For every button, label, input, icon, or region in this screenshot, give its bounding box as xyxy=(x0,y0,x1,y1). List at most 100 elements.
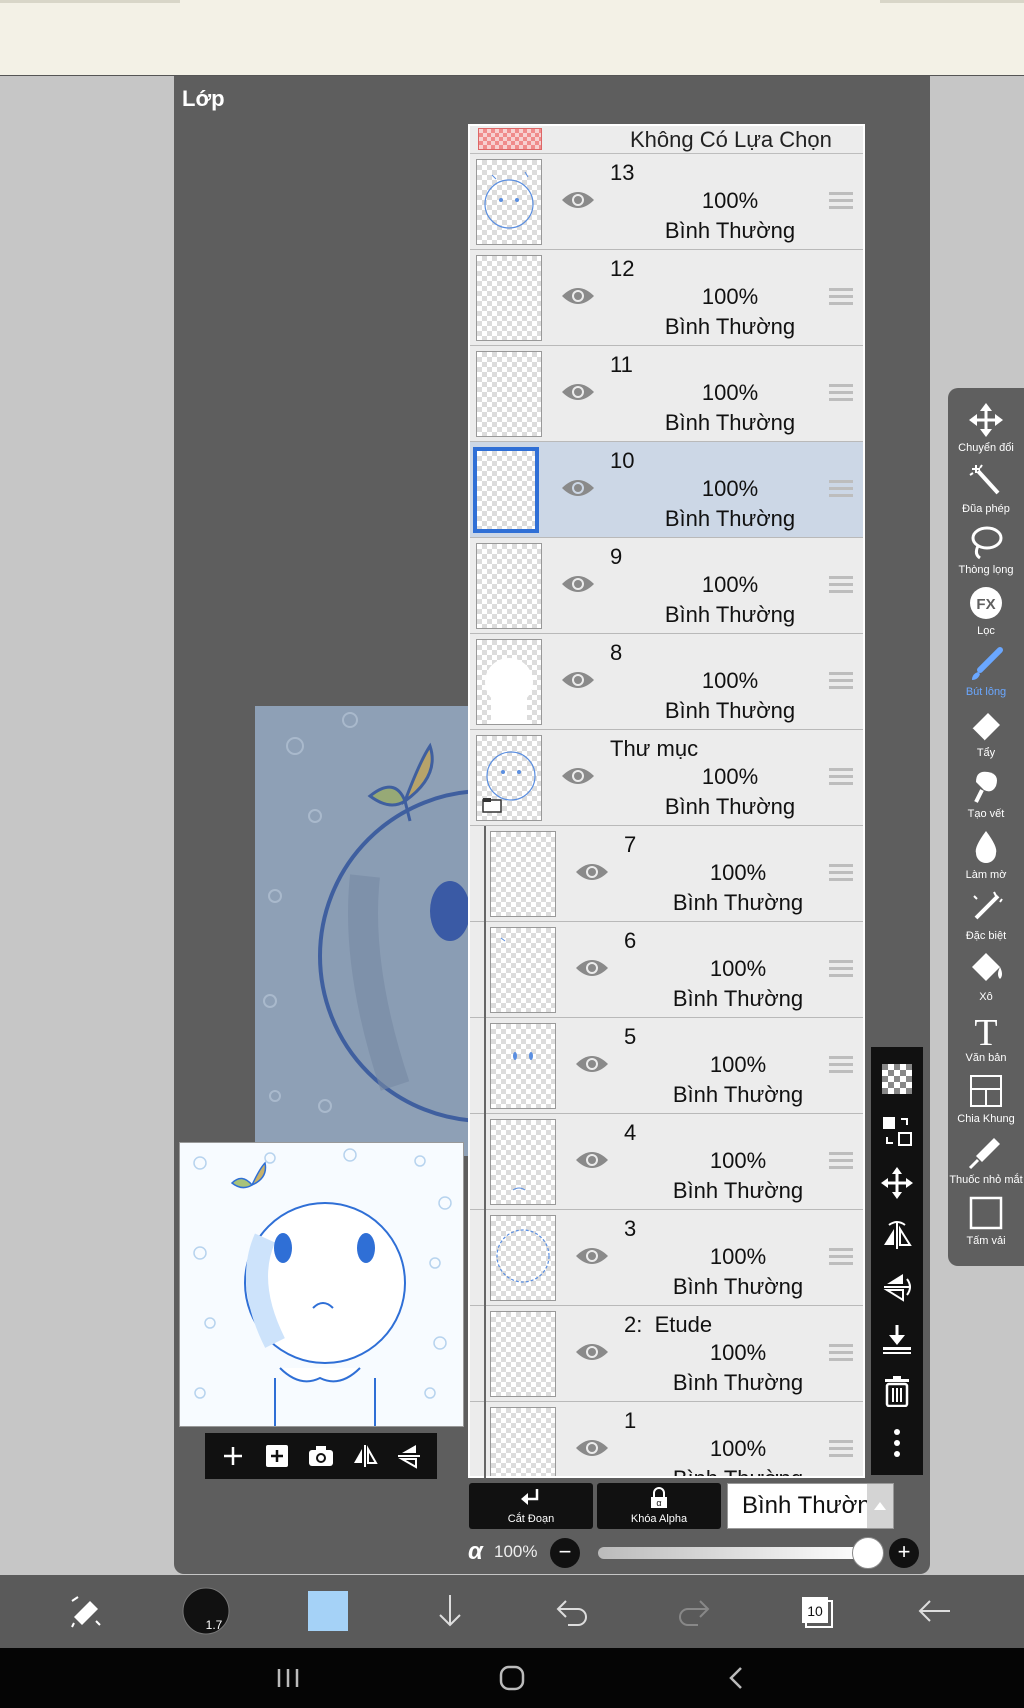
flip-vertical-icon[interactable] xyxy=(391,1438,427,1474)
layer-thumbnail[interactable] xyxy=(476,735,542,821)
layer-row-9[interactable]: 9 100% Bình Thường xyxy=(470,538,863,634)
camera-icon[interactable] xyxy=(303,1438,339,1474)
transparency-checker-icon[interactable] xyxy=(878,1060,916,1098)
clipping-button[interactable]: Cắt Đoạn xyxy=(469,1483,593,1529)
visibility-eye-icon[interactable] xyxy=(574,1051,610,1077)
visibility-eye-icon[interactable] xyxy=(574,1339,610,1365)
drag-handle-icon[interactable] xyxy=(829,1440,853,1458)
flip-layer-vertical-icon[interactable] xyxy=(878,1268,916,1306)
drag-handle-icon[interactable] xyxy=(829,288,853,306)
visibility-eye-icon[interactable] xyxy=(574,1243,610,1269)
layer-thumbnail[interactable] xyxy=(476,159,542,245)
add-layer-icon[interactable] xyxy=(215,1438,251,1474)
visibility-eye-icon[interactable] xyxy=(574,1147,610,1173)
tool-lasso[interactable]: Thòng lọng xyxy=(948,524,1024,584)
layer-row-1[interactable]: 1 100% Bình Thường xyxy=(470,1402,863,1476)
tool-smudge[interactable]: Tạo vết xyxy=(948,768,1024,828)
merge-down-icon[interactable] xyxy=(878,1320,916,1358)
drag-handle-icon[interactable] xyxy=(829,864,853,882)
drag-handle-icon[interactable] xyxy=(829,384,853,402)
layer-thumbnail[interactable] xyxy=(490,1119,556,1205)
recent-apps-icon[interactable] xyxy=(268,1658,308,1698)
add-layer-box-icon[interactable] xyxy=(259,1438,295,1474)
layer-row-2[interactable]: 2: Etude 100% Bình Thường xyxy=(470,1306,863,1402)
arrow-down-icon[interactable] xyxy=(422,1583,478,1639)
tool-magic-wand[interactable]: Đũa phép xyxy=(948,463,1024,523)
drag-handle-icon[interactable] xyxy=(829,576,853,594)
dropdown-arrow-icon[interactable] xyxy=(867,1484,893,1528)
tool-frame-divider[interactable]: Chia Khung xyxy=(948,1073,1024,1133)
visibility-eye-icon[interactable] xyxy=(560,667,596,693)
layers-count-icon[interactable]: 10 xyxy=(788,1583,844,1639)
back-arrow-icon[interactable] xyxy=(906,1583,962,1639)
visibility-eye-icon[interactable] xyxy=(574,859,610,885)
layer-row-12[interactable]: 12 100% Bình Thường xyxy=(470,250,863,346)
visibility-eye-icon[interactable] xyxy=(574,955,610,981)
layer-thumbnail[interactable] xyxy=(490,831,556,917)
opacity-slider-handle[interactable] xyxy=(852,1537,884,1569)
drag-handle-icon[interactable] xyxy=(829,192,853,210)
top-tab-right[interactable] xyxy=(880,0,1024,3)
layer-thumbnail[interactable] xyxy=(490,1311,556,1397)
brush-size-indicator[interactable]: 1.7 xyxy=(178,1583,234,1639)
drag-handle-icon[interactable] xyxy=(829,1152,853,1170)
layer-row-8[interactable]: 8 100% Bình Thường xyxy=(470,634,863,730)
layer-row-10[interactable]: 10 100% Bình Thường xyxy=(470,442,863,538)
tool-canvas[interactable]: Tấm vải xyxy=(948,1195,1024,1255)
layer-row-13[interactable]: 13 100% Bình Thường xyxy=(470,154,863,250)
top-tab-left[interactable] xyxy=(0,0,180,3)
drag-handle-icon[interactable] xyxy=(829,1056,853,1074)
layer-row-4[interactable]: 4 100% Bình Thường xyxy=(470,1114,863,1210)
layer-row-3[interactable]: 3 100% Bình Thường xyxy=(470,1210,863,1306)
tool-blur[interactable]: Làm mờ xyxy=(948,829,1024,889)
tool-special[interactable]: Đặc biệt xyxy=(948,890,1024,950)
layer-thumbnail[interactable] xyxy=(476,543,542,629)
layer-thumbnail[interactable] xyxy=(473,447,539,533)
tool-brush[interactable]: Bút lông xyxy=(948,646,1024,706)
blend-mode-select[interactable]: Bình Thường xyxy=(727,1483,894,1529)
canvas-preview[interactable] xyxy=(179,1142,464,1427)
system-back-icon[interactable] xyxy=(716,1658,756,1698)
undo-icon[interactable] xyxy=(544,1583,600,1639)
more-options-icon[interactable] xyxy=(878,1424,916,1462)
visibility-eye-icon[interactable] xyxy=(574,1435,610,1461)
color-swatch[interactable] xyxy=(300,1583,356,1639)
drag-handle-icon[interactable] xyxy=(829,672,853,690)
layer-list[interactable]: Không Có Lựa Chọn 13 100% Bình Thường 12… xyxy=(468,124,865,1478)
tool-bucket[interactable]: Xô xyxy=(948,951,1024,1011)
opacity-slider[interactable] xyxy=(598,1547,868,1559)
visibility-eye-icon[interactable] xyxy=(560,571,596,597)
drag-handle-icon[interactable] xyxy=(829,1344,853,1362)
visibility-eye-icon[interactable] xyxy=(560,475,596,501)
home-icon[interactable] xyxy=(492,1658,532,1698)
tool-filter[interactable]: FX Lọc xyxy=(948,585,1024,645)
swap-layer-icon[interactable] xyxy=(878,1112,916,1150)
flip-horizontal-icon[interactable] xyxy=(347,1438,383,1474)
visibility-eye-icon[interactable] xyxy=(560,283,596,309)
layer-thumbnail[interactable] xyxy=(490,927,556,1013)
tool-transform[interactable]: Chuyển đổi xyxy=(948,402,1024,462)
layer-thumbnail[interactable] xyxy=(476,255,542,341)
visibility-eye-icon[interactable] xyxy=(560,379,596,405)
visibility-eye-icon[interactable] xyxy=(560,187,596,213)
layer-thumbnail[interactable] xyxy=(490,1407,556,1476)
drag-handle-icon[interactable] xyxy=(829,480,853,498)
drag-handle-icon[interactable] xyxy=(829,768,853,786)
layer-thumbnail[interactable] xyxy=(490,1023,556,1109)
layer-row-5[interactable]: 5 100% Bình Thường xyxy=(470,1018,863,1114)
opacity-decrease-button[interactable]: − xyxy=(550,1538,580,1568)
layer-thumbnail[interactable] xyxy=(476,351,542,437)
alpha-lock-button[interactable]: α Khóa Alpha xyxy=(597,1483,721,1529)
layer-thumbnail[interactable] xyxy=(490,1215,556,1301)
layer-row-7[interactable]: 7 100% Bình Thường xyxy=(470,826,863,922)
redo-icon[interactable] xyxy=(666,1583,722,1639)
tool-text[interactable]: T Văn bản xyxy=(948,1012,1024,1072)
tool-eyedropper[interactable]: Thuốc nhỏ mắt xyxy=(948,1134,1024,1194)
trash-icon[interactable] xyxy=(878,1372,916,1410)
layer-thumbnail[interactable] xyxy=(476,639,542,725)
visibility-eye-icon[interactable] xyxy=(560,763,596,789)
tool-eraser[interactable]: Tẩy xyxy=(948,707,1024,767)
layer-row-6[interactable]: 6 100% Bình Thường xyxy=(470,922,863,1018)
selection-layer-row[interactable]: Không Có Lựa Chọn xyxy=(470,126,863,154)
drag-handle-icon[interactable] xyxy=(829,960,853,978)
